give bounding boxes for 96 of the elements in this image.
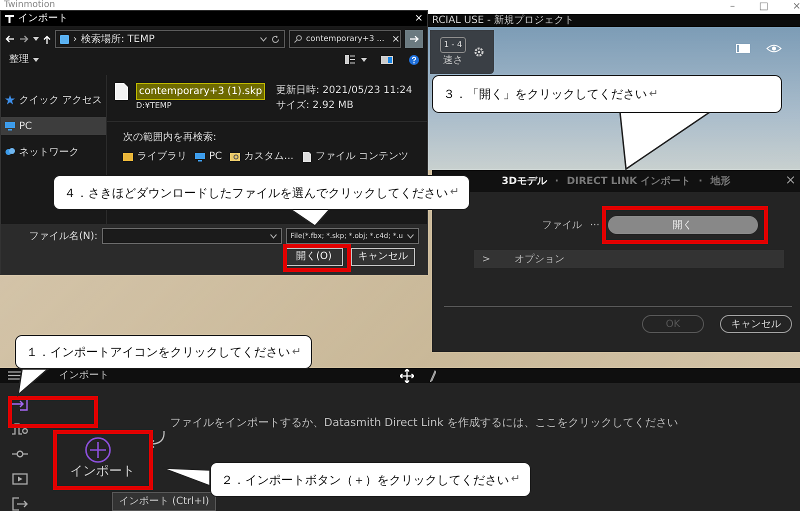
search-again-label: 次の範囲内を再検索: <box>122 130 218 145</box>
clear-search-button[interactable]: × <box>392 32 400 46</box>
close-button[interactable]: × <box>414 11 423 26</box>
nav-pane-item[interactable]: クイック アクセス <box>1 91 106 109</box>
caret-icon[interactable] <box>33 58 39 62</box>
media-icon[interactable] <box>12 470 28 486</box>
chevron-icon[interactable] <box>260 36 267 42</box>
highlight-frame <box>283 244 351 272</box>
search-field[interactable]: contemporary+3 ... × <box>289 30 401 48</box>
nav-pane-item[interactable]: ネットワーク <box>1 143 106 161</box>
callout-text: ３．「開く」をクリックしてください <box>443 86 647 103</box>
tooltip: インポート (Ctrl+I) <box>112 492 216 511</box>
folder-icon <box>60 34 69 44</box>
back-arrow-icon[interactable] <box>5 35 15 43</box>
file-name[interactable]: contemporary+3 (1).skp <box>136 83 266 100</box>
nav-item-label: クイック アクセス <box>19 94 102 108</box>
panel-title: インポート <box>59 369 109 383</box>
options-section[interactable]: > オプション <box>474 250 784 268</box>
window-title: RCIAL USE - 新規プロジェクト <box>432 14 574 27</box>
search-location-link[interactable]: カスタム... <box>230 149 294 164</box>
document-icon <box>302 152 312 162</box>
callout-text: １．インポートアイコンをクリックしてください <box>26 344 290 361</box>
dialog-tab[interactable]: 3Dモデル <box>502 174 547 188</box>
export-icon[interactable] <box>12 496 28 511</box>
computer-icon <box>195 152 205 162</box>
forward-arrow-icon[interactable] <box>19 35 29 43</box>
cancel-button[interactable]: キャンセル <box>720 315 792 333</box>
move-icon[interactable] <box>400 368 414 382</box>
open-button[interactable]: 開く(O) <box>285 248 343 266</box>
paragraph-mark: ↵ <box>511 471 520 488</box>
dialog-title: インポート <box>18 12 69 26</box>
dialog-tab[interactable]: DIRECT LINK インポート <box>566 174 691 188</box>
window-control-button[interactable]: □ <box>759 1 768 13</box>
app-logo-icon <box>5 14 14 23</box>
caret-icon[interactable] <box>361 58 367 62</box>
import-button[interactable]: インポート <box>70 462 135 482</box>
pencil-icon[interactable] <box>430 370 436 382</box>
instruction-text: ファイルをインポートするか、Datasmith Direct Link を作成するには、ここをクリックしてください <box>170 415 678 431</box>
window-control-button[interactable]: – <box>730 1 735 13</box>
preview-pane-icon[interactable] <box>381 56 393 64</box>
app-name: Twinmotion <box>4 0 56 10</box>
folder-search-icon <box>230 152 240 162</box>
caret-icon[interactable] <box>33 37 39 41</box>
nav-item-label: ネットワーク <box>19 146 79 160</box>
speed-button[interactable]: 1 - 4 <box>440 36 466 52</box>
help-icon[interactable] <box>409 54 419 64</box>
eye-icon[interactable] <box>766 44 782 53</box>
address-bar[interactable]: › 検索場所: TEMP <box>55 30 285 48</box>
up-arrow-icon[interactable] <box>43 34 51 44</box>
nav-pane-item[interactable]: PC <box>1 117 106 135</box>
search-text: contemporary+3 ... <box>306 33 386 45</box>
folder-icon <box>123 152 133 162</box>
close-button[interactable]: × <box>785 171 796 191</box>
chevron-icon[interactable] <box>270 234 277 238</box>
paragraph-mark: ↵ <box>292 344 302 360</box>
gear-icon[interactable] <box>474 47 484 57</box>
breadcrumb-separator: › <box>73 32 77 46</box>
computer-icon <box>5 121 15 131</box>
modified-date: 更新日時: 2021/05/23 11:24 <box>276 84 412 98</box>
add-import-icon[interactable] <box>85 437 111 463</box>
file-path: D:¥TEMP <box>136 100 173 112</box>
search-location-link[interactable]: PC <box>195 149 222 164</box>
nav-item-label: PC <box>19 120 32 134</box>
tab-separator: · <box>554 174 559 188</box>
star-icon <box>5 95 15 105</box>
address-text: 検索場所: TEMP <box>81 32 156 46</box>
document-icon[interactable] <box>115 83 128 100</box>
expand-toggle[interactable]: > <box>482 252 490 266</box>
search-icon <box>294 35 302 43</box>
network-icon <box>5 147 15 157</box>
callout-text: ４．さきほどダウンロードしたファイルを選んでクリックしてください <box>64 184 448 202</box>
chevron-icon[interactable] <box>407 234 414 238</box>
file-name-label: ファイル名(N): <box>29 230 98 244</box>
callout-text: ２．インポートボタン（＋）をクリックしてください <box>221 472 509 488</box>
refresh-icon[interactable] <box>271 34 280 44</box>
options-label: オプション <box>514 252 564 266</box>
cancel-button[interactable]: キャンセル <box>351 248 415 266</box>
dialog-tab[interactable]: 地形 <box>710 174 730 188</box>
file-size: サイズ: 2.92 MB <box>276 99 354 113</box>
paragraph-mark: ↵ <box>450 184 460 200</box>
path-icon[interactable] <box>12 420 28 436</box>
view-options-icon[interactable] <box>345 55 357 64</box>
menu-icon[interactable] <box>8 371 21 380</box>
right-arrow-icon <box>410 35 418 43</box>
speed-label: 速さ <box>443 54 463 68</box>
search-location-link[interactable]: ライブラリ <box>123 149 187 164</box>
organize-menu[interactable]: 整理 <box>9 52 29 67</box>
search-go-button[interactable] <box>405 30 423 48</box>
file-name-field[interactable] <box>102 228 282 244</box>
window-control-button[interactable]: × <box>792 1 800 13</box>
browse-dots: ··· <box>590 218 600 232</box>
paragraph-mark: ↵ <box>649 86 658 102</box>
panel-icon[interactable] <box>736 44 750 53</box>
search-location-link[interactable]: ファイル コンテンツ <box>302 149 409 164</box>
file-label: ファイル <box>542 218 582 232</box>
tab-separator: · <box>698 174 702 188</box>
